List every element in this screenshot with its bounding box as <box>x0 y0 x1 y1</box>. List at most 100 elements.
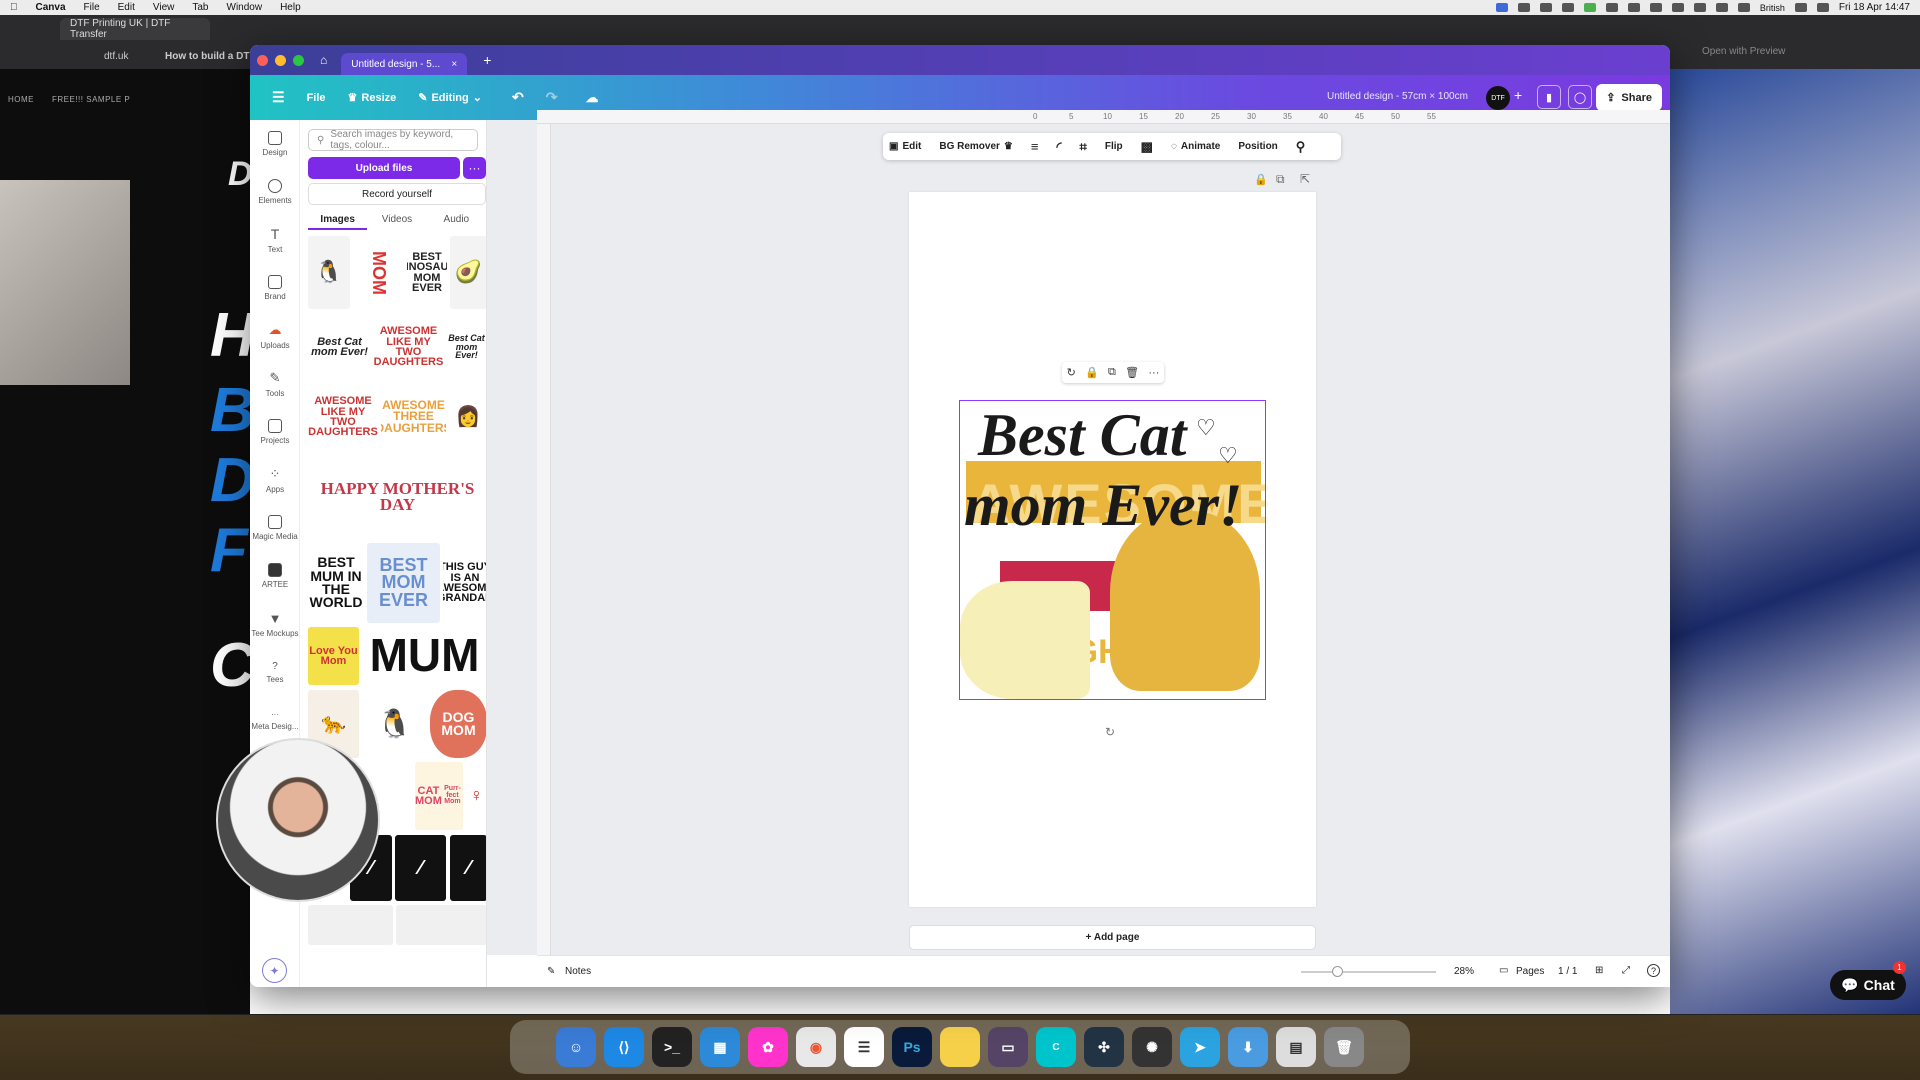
zoom-level[interactable]: 28% <box>1454 966 1474 977</box>
help-icon[interactable]: ? <box>1647 964 1660 977</box>
dashboard-icon[interactable]: ▦ <box>700 1027 740 1067</box>
undo-icon[interactable]: ↶ <box>512 89 524 106</box>
flip-button[interactable]: Flip <box>1105 141 1123 152</box>
edit-image-button[interactable]: ▣ Edit <box>889 141 921 152</box>
document-title[interactable]: Untitled design - 57cm × 100cm <box>1327 91 1468 102</box>
transparency-icon[interactable]: ▩ <box>1141 139 1153 155</box>
menubar-item-window[interactable]: Window <box>227 2 263 13</box>
close-window-button[interactable] <box>257 54 268 66</box>
tab-videos[interactable]: Videos <box>367 210 426 230</box>
resize-button[interactable]: ♛ Resize <box>348 91 397 105</box>
rail-text[interactable]: T Text <box>250 216 300 264</box>
upload-files-button[interactable]: Upload files <box>308 157 460 179</box>
redo-icon[interactable]: ↷ <box>546 89 558 106</box>
battery-icon[interactable] <box>1816 3 1829 12</box>
photoshop-icon[interactable]: Ps <box>892 1027 932 1067</box>
share-button[interactable]: ⇪ Share <box>1596 84 1662 111</box>
upload-thumb-mom-words[interactable]: MOM <box>353 236 404 309</box>
status-icon[interactable] <box>1539 3 1552 12</box>
chatgpt-icon[interactable]: ✺ <box>1132 1027 1172 1067</box>
rail-magic-media[interactable]: Magic Media <box>250 504 300 552</box>
record-yourself-button[interactable]: Record yourself <box>308 183 486 205</box>
rail-meta-design[interactable]: ··· Meta Desig... <box>250 696 300 744</box>
address-text[interactable]: dtf.uk <box>104 51 128 62</box>
more-icon[interactable]: ··· <box>1148 367 1159 379</box>
home-icon[interactable]: ⌂ <box>320 53 327 67</box>
editing-mode-button[interactable]: ✎ Editing ⌄ <box>418 91 482 105</box>
status-icon[interactable] <box>1671 3 1684 12</box>
menubar-clock[interactable]: Fri 18 Apr 14:47 <box>1839 2 1910 13</box>
refresh-icon[interactable]: ↻ <box>1067 366 1076 379</box>
add-page-button[interactable]: + Add page <box>909 925 1316 950</box>
upload-thumb-awesome-daughters[interactable]: AWESOME LIKE MY TWO DAUGHTERS <box>308 384 378 450</box>
zoom-slider-handle[interactable] <box>1332 966 1343 977</box>
menubar-item-view[interactable]: View <box>153 2 175 13</box>
rail-brand[interactable]: Brand <box>250 264 300 312</box>
status-icon[interactable] <box>1517 3 1530 12</box>
trash-icon[interactable]: 🗑 <box>1324 1027 1364 1067</box>
reminders-icon[interactable]: ☰ <box>844 1027 884 1067</box>
rail-elements[interactable]: Elements <box>250 168 300 216</box>
add-collaborator-icon[interactable]: + <box>1514 87 1522 103</box>
open-with-preview[interactable]: Open with Preview <box>1702 46 1785 57</box>
stroke-icon[interactable]: ≡ <box>1031 139 1039 154</box>
canva-icon[interactable]: C <box>1036 1027 1076 1067</box>
wifi-icon[interactable] <box>1794 3 1807 12</box>
upload-thumb-this-guy[interactable]: THIS GUY IS AN AWESOME GRANDAD <box>443 543 486 623</box>
preview-icon[interactable]: ▭ <box>988 1027 1028 1067</box>
status-icon[interactable] <box>1605 3 1618 12</box>
menu-icon[interactable]: ☰ <box>272 89 285 106</box>
lock-icon[interactable]: 🔒 <box>1254 173 1268 186</box>
pages-icon[interactable]: ▭ <box>1499 965 1508 976</box>
rail-tees[interactable]: ? Tees <box>250 648 300 696</box>
upload-thumb-woman[interactable]: ♀ <box>466 762 486 830</box>
duplicate-page-icon[interactable]: ⧉ <box>1276 172 1285 187</box>
rail-projects[interactable]: Projects <box>250 408 300 456</box>
file-menu[interactable]: File <box>307 92 326 104</box>
insights-icon[interactable]: ▮ <box>1537 85 1561 109</box>
minimize-window-button[interactable] <box>275 54 286 66</box>
status-icon[interactable] <box>1693 3 1706 12</box>
grid-view-icon[interactable]: ⊞ <box>1595 965 1603 976</box>
upload-thumb-mothers-day[interactable]: HAPPY MOTHER'S DAY <box>308 457 486 537</box>
upload-thumb-mum[interactable]: MUM <box>362 627 486 685</box>
fullscreen-icon[interactable]: ⤢ <box>1622 965 1630 976</box>
menubar-item-edit[interactable]: Edit <box>118 2 135 13</box>
menubar-app-name[interactable]: Canva <box>36 2 66 13</box>
upload-thumb-awesome-two[interactable]: AWESOME LIKE MY TWO DAUGHTERS <box>374 314 443 380</box>
close-tab-icon[interactable]: × <box>451 59 457 70</box>
vscode-icon[interactable]: ⟨⟩ <box>604 1027 644 1067</box>
davinci-icon[interactable]: ✣ <box>1084 1027 1124 1067</box>
maximize-window-button[interactable] <box>293 54 304 66</box>
search-input[interactable]: ⚲ Search images by keyword, tags, colour.… <box>308 129 478 151</box>
status-icon[interactable] <box>1715 3 1728 12</box>
pages-button[interactable]: Pages <box>1516 966 1544 977</box>
tab-audio[interactable]: Audio <box>427 210 486 230</box>
rail-uploads[interactable]: ☁ Uploads <box>250 312 300 360</box>
apple-icon[interactable]:  <box>10 2 18 13</box>
terminal-icon[interactable]: >_ <box>652 1027 692 1067</box>
telegram-icon[interactable]: ➤ <box>1180 1027 1220 1067</box>
chat-button[interactable]: 💬 Chat <box>1830 970 1906 1000</box>
menubar-item-help[interactable]: Help <box>280 2 301 13</box>
comment-icon[interactable]: ◯ <box>1568 85 1592 109</box>
rail-artee[interactable]: ARTEE <box>250 552 300 600</box>
upload-thumb-cat-mom-purrfect[interactable]: CAT MOM Purr-fect Mom <box>415 762 463 830</box>
upload-thumb-rolls-3[interactable]: ⁄ <box>450 835 486 901</box>
status-icon[interactable] <box>1737 3 1750 12</box>
rail-apps[interactable]: ⁘ Apps <box>250 456 300 504</box>
new-tab-icon[interactable]: + <box>483 52 491 68</box>
tab-images[interactable]: Images <box>308 210 368 230</box>
more-options-icon[interactable]: ··· <box>463 157 486 179</box>
upload-thumb-penguin[interactable]: 🐧 <box>308 236 350 309</box>
upload-thumb-cat-mom[interactable]: Best Cat mom Ever! <box>308 314 371 380</box>
browser-tab[interactable]: DTF Printing UK | DTF Transfer <box>60 18 210 40</box>
status-icon[interactable] <box>1495 3 1508 12</box>
user-avatar[interactable]: DTF <box>1486 86 1510 110</box>
upload-thumb-love-you-mom[interactable]: Love You Mom <box>308 627 359 685</box>
canva-tab[interactable]: Untitled design - 5... × <box>341 53 468 75</box>
upload-thumb-dog-mom[interactable]: DOG MOM <box>430 690 486 758</box>
chrome-icon[interactable]: ◉ <box>796 1027 836 1067</box>
delete-icon[interactable]: 🗑 <box>1125 366 1139 379</box>
position-button[interactable]: Position <box>1238 141 1277 152</box>
